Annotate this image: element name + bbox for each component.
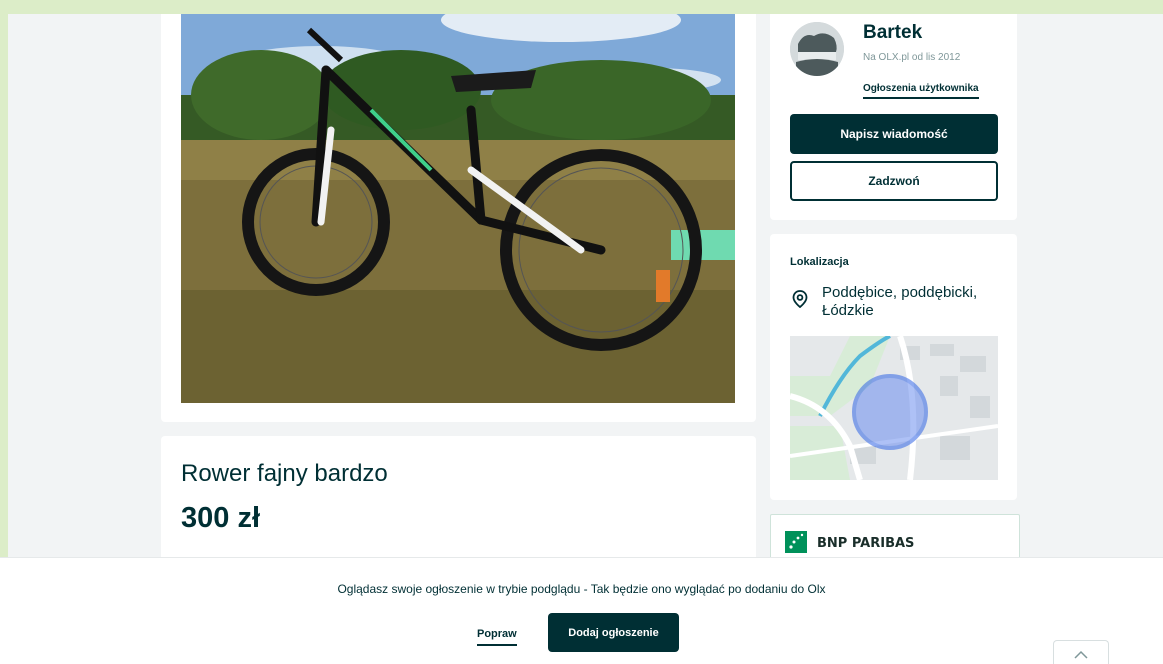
preview-notice: Oglądasz swoje ogłoszenie w trybie podgl… (337, 582, 826, 596)
location-map[interactable] (790, 336, 998, 480)
location-card: Lokalizacja Poddębice, poddębicki, Łódzk… (770, 234, 1017, 500)
map-pin-icon (792, 290, 808, 309)
call-button[interactable]: Zadzwoń (790, 161, 998, 201)
seller-ads-link[interactable]: Ogłoszenia użytkownika (863, 83, 979, 99)
avatar[interactable] (790, 22, 844, 76)
seller-card: Bartek Na OLX.pl od lis 2012 Ogłoszenia … (770, 14, 1017, 220)
seller-name[interactable]: Bartek (863, 22, 922, 44)
send-message-button[interactable]: Napisz wiadomość (790, 114, 998, 154)
preview-bar: Oglądasz swoje ogłoszenie w trybie podgl… (0, 557, 1163, 664)
ad-price: 300 zł (181, 502, 260, 534)
chevron-up-icon (1074, 650, 1088, 659)
bnp-paribas-logo (785, 531, 807, 553)
location-text: Poddębice, poddębicki, Łódzkie (822, 284, 978, 319)
ad-title: Rower fajny bardzo (181, 460, 388, 487)
edit-ad-button[interactable]: Popraw (477, 628, 517, 646)
scroll-to-top-button[interactable] (1053, 640, 1109, 664)
photo-card (161, 14, 756, 422)
bank-name: BNP PARIBAS (817, 536, 915, 551)
location-heading: Lokalizacja (790, 256, 849, 268)
publish-ad-button[interactable]: Dodaj ogłoszenie (548, 613, 679, 652)
ad-photo[interactable] (181, 14, 735, 403)
seller-since: Na OLX.pl od lis 2012 (863, 52, 961, 63)
